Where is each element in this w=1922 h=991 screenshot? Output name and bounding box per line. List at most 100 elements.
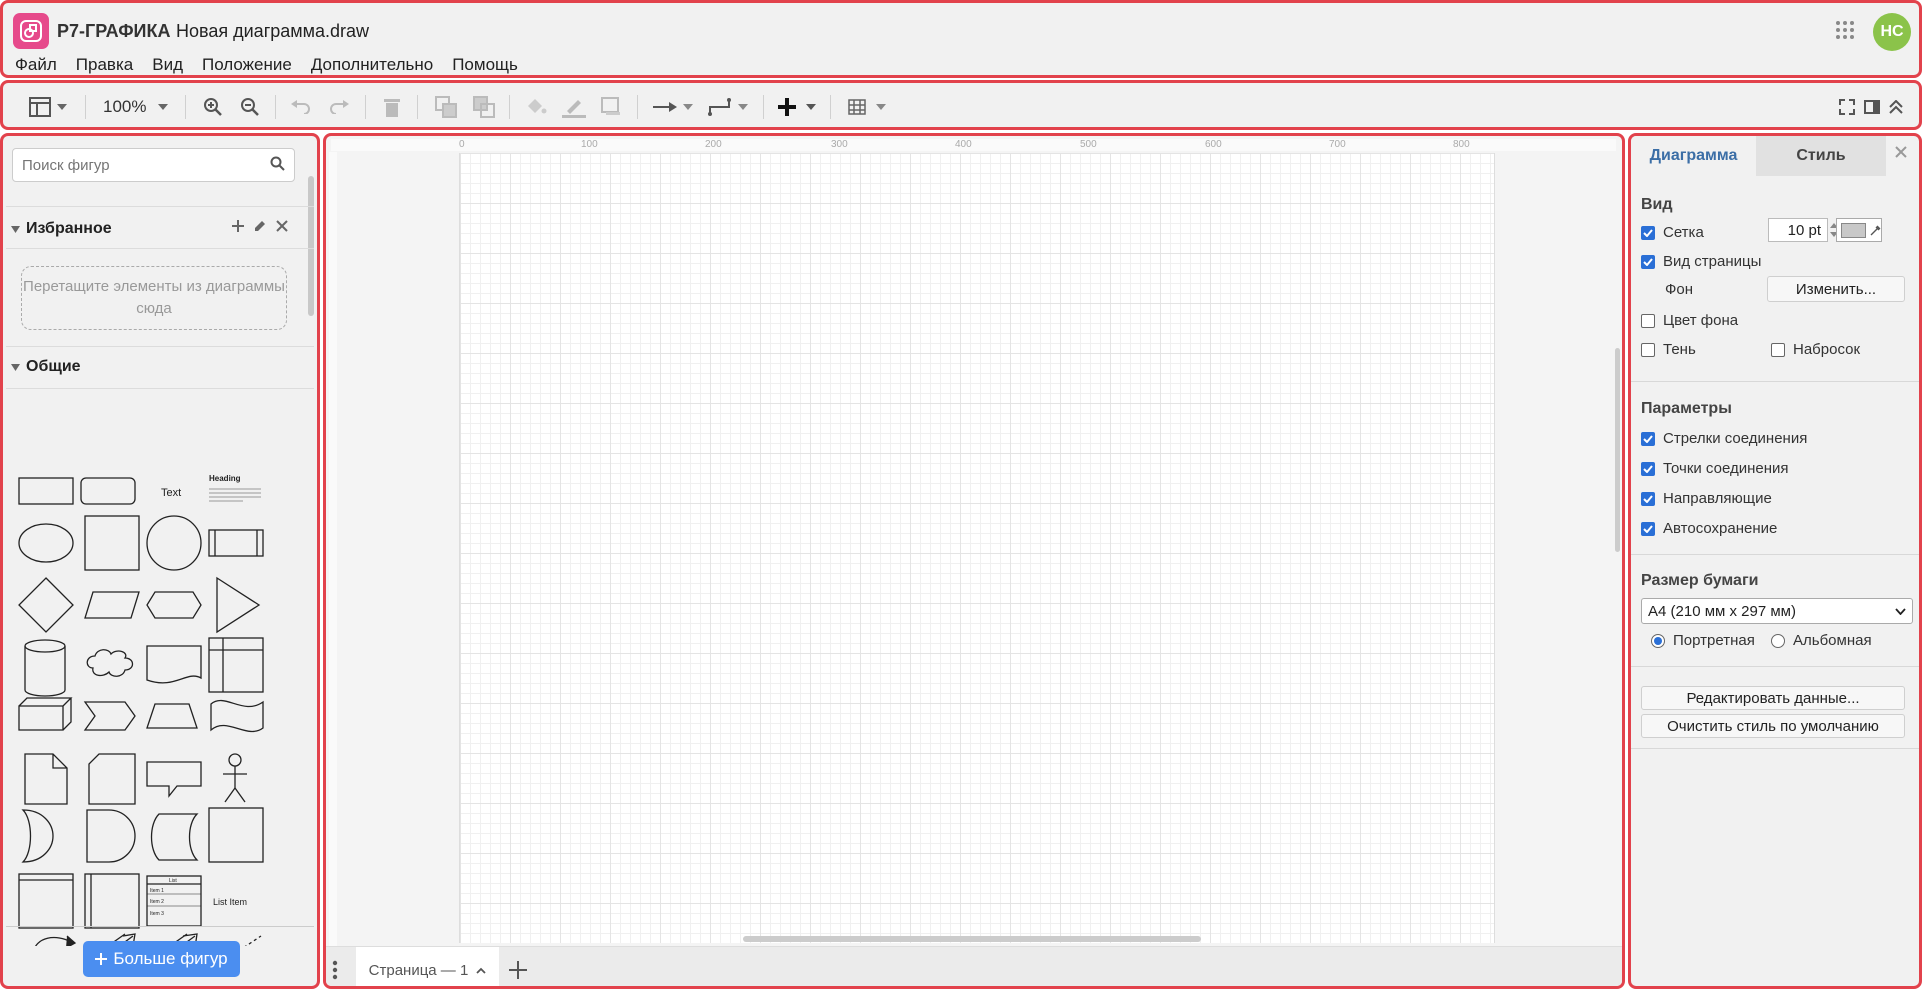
apps-grid-icon[interactable] bbox=[1835, 20, 1855, 40]
diagram-page[interactable] bbox=[459, 153, 1495, 943]
shape-hexagon[interactable] bbox=[146, 591, 202, 619]
menu-arrange[interactable]: Положение bbox=[202, 55, 292, 75]
menu-extras[interactable]: Дополнительно bbox=[311, 55, 433, 75]
grid-size-input[interactable]: 10 pt bbox=[1768, 218, 1828, 242]
autosave-checkbox[interactable] bbox=[1641, 521, 1655, 536]
shape-list-item[interactable]: List Item bbox=[213, 897, 247, 907]
undo-icon[interactable] bbox=[291, 93, 311, 121]
sidebar-scrollbar[interactable] bbox=[308, 176, 314, 316]
shape-callout[interactable] bbox=[146, 761, 202, 798]
shape-card[interactable] bbox=[88, 753, 136, 805]
shape-rounded-rectangle[interactable] bbox=[80, 477, 136, 505]
to-back-icon[interactable] bbox=[473, 93, 495, 121]
grid-checkbox[interactable] bbox=[1641, 225, 1655, 240]
shape-vertical-pool[interactable] bbox=[84, 873, 140, 929]
change-background-button[interactable]: Изменить... bbox=[1767, 276, 1905, 302]
portrait-radio[interactable] bbox=[1651, 633, 1665, 648]
collapse-up-icon[interactable] bbox=[1889, 93, 1903, 121]
shape-heading[interactable]: Heading bbox=[209, 474, 261, 502]
tab-style[interactable]: Стиль bbox=[1756, 136, 1886, 176]
line-color-icon[interactable] bbox=[562, 93, 586, 121]
edit-pencil-icon[interactable] bbox=[254, 220, 266, 232]
search-icon[interactable] bbox=[270, 156, 285, 171]
zoom-out-icon[interactable] bbox=[240, 93, 260, 121]
shadow-checkbox[interactable] bbox=[1641, 342, 1655, 357]
shape-cube[interactable] bbox=[18, 697, 73, 731]
more-shapes-button[interactable]: Больше фигур bbox=[83, 941, 240, 977]
general-header[interactable]: Общие bbox=[11, 358, 81, 376]
zoom-select[interactable]: 100% bbox=[103, 93, 169, 121]
page-view-checkbox[interactable] bbox=[1641, 254, 1655, 269]
fill-color-icon[interactable] bbox=[525, 93, 547, 121]
shape-square[interactable] bbox=[84, 515, 140, 571]
shape-cylinder[interactable] bbox=[24, 639, 66, 697]
shape-rectangle[interactable] bbox=[18, 477, 74, 505]
add-icon[interactable] bbox=[232, 220, 244, 232]
waypoints-select[interactable] bbox=[708, 93, 748, 121]
shape-trapezoid[interactable] bbox=[146, 703, 198, 729]
favorites-header[interactable]: Избранное bbox=[11, 220, 112, 238]
shape-step[interactable] bbox=[83, 701, 136, 731]
bg-color-checkbox[interactable] bbox=[1641, 313, 1655, 328]
menu-file[interactable]: Файл bbox=[15, 55, 57, 75]
zoom-in-icon[interactable] bbox=[203, 93, 223, 121]
shape-text[interactable]: Text bbox=[161, 487, 181, 499]
shape-document[interactable] bbox=[146, 645, 202, 684]
insert-select[interactable] bbox=[778, 93, 816, 121]
shape-note[interactable] bbox=[24, 753, 68, 805]
paper-size-select[interactable]: A4 (210 мм x 297 мм) bbox=[1641, 598, 1913, 624]
shape-internal-storage[interactable] bbox=[208, 637, 264, 693]
shape-cloud[interactable] bbox=[86, 649, 134, 677]
shape-circle[interactable] bbox=[146, 515, 202, 571]
horizontal-scrollbar[interactable] bbox=[743, 936, 1201, 942]
shadow-icon[interactable] bbox=[601, 93, 623, 121]
panel-toggle-icon[interactable] bbox=[1864, 93, 1880, 121]
edit-data-button[interactable]: Редактировать данные... bbox=[1641, 686, 1905, 710]
clear-default-style-button[interactable]: Очистить стиль по умолчанию bbox=[1641, 714, 1905, 738]
document-title[interactable]: Новая диаграмма.draw bbox=[176, 21, 369, 42]
close-icon[interactable] bbox=[1895, 146, 1907, 158]
guides-checkbox[interactable] bbox=[1641, 491, 1655, 506]
conn-arrows-checkbox[interactable] bbox=[1641, 431, 1655, 446]
redo-icon[interactable] bbox=[329, 93, 349, 121]
shape-list[interactable]: List Item 1 Item 2 Item 3 bbox=[146, 875, 202, 927]
chevron-up-icon[interactable] bbox=[476, 967, 486, 974]
shape-actor[interactable] bbox=[223, 753, 247, 803]
add-page-icon[interactable] bbox=[509, 961, 527, 979]
shape-or[interactable] bbox=[21, 809, 54, 863]
shape-swimlane[interactable] bbox=[18, 873, 74, 929]
grid-color-picker[interactable] bbox=[1836, 218, 1882, 242]
vertical-scrollbar[interactable] bbox=[1615, 348, 1620, 552]
shape-triangle[interactable] bbox=[216, 576, 261, 634]
table-select[interactable] bbox=[848, 93, 886, 121]
shape-parallelogram[interactable] bbox=[84, 591, 140, 619]
diagram-canvas[interactable]: 0 100 200 300 400 500 600 700 800 Страни… bbox=[323, 133, 1625, 989]
delete-icon[interactable] bbox=[384, 93, 400, 121]
landscape-radio[interactable] bbox=[1771, 633, 1785, 648]
format-panel-toggle[interactable] bbox=[29, 93, 67, 121]
shape-ellipse[interactable] bbox=[18, 523, 74, 563]
menu-view[interactable]: Вид bbox=[152, 55, 183, 75]
menu-help[interactable]: Помощь bbox=[452, 55, 518, 75]
shadow-label: Тень bbox=[1663, 341, 1696, 358]
shape-process[interactable] bbox=[208, 529, 264, 557]
shape-tape[interactable] bbox=[210, 699, 264, 733]
close-icon[interactable] bbox=[276, 220, 288, 232]
user-avatar[interactable]: НС bbox=[1873, 13, 1911, 51]
more-vertical-icon[interactable] bbox=[332, 960, 338, 980]
menu-edit[interactable]: Правка bbox=[76, 55, 133, 75]
shape-search-input[interactable] bbox=[12, 148, 295, 182]
shape-container[interactable] bbox=[208, 807, 264, 863]
connection-style-select[interactable] bbox=[653, 93, 693, 121]
shape-data-storage[interactable] bbox=[150, 813, 199, 861]
favorites-dropzone[interactable]: Перетащите элементы из диаграммы сюда bbox=[21, 266, 287, 330]
sketch-checkbox[interactable] bbox=[1771, 342, 1785, 357]
shape-delay[interactable] bbox=[86, 809, 136, 863]
shape-curved-arrow[interactable] bbox=[33, 935, 77, 946]
tab-diagram[interactable]: Диаграмма bbox=[1631, 136, 1756, 176]
page-tab[interactable]: Страница — 1 bbox=[356, 947, 499, 986]
to-front-icon[interactable] bbox=[435, 93, 457, 121]
fullscreen-icon[interactable] bbox=[1839, 93, 1855, 121]
conn-points-checkbox[interactable] bbox=[1641, 461, 1655, 476]
shape-diamond[interactable] bbox=[18, 577, 74, 633]
